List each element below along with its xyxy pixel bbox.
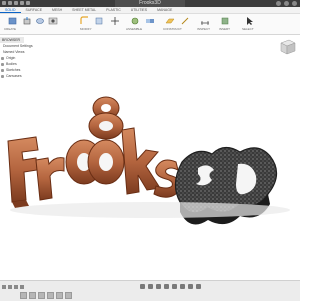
timeline-step[interactable] [38, 292, 45, 299]
account-avatar[interactable] [292, 1, 297, 6]
select-icon[interactable] [245, 16, 255, 26]
app-menu-icon[interactable] [2, 1, 6, 5]
plane-icon[interactable] [165, 16, 175, 26]
orbit-icon[interactable] [140, 284, 145, 289]
timeline-step[interactable] [56, 292, 63, 299]
axis-icon[interactable] [180, 16, 190, 26]
step-back-icon[interactable] [8, 285, 12, 289]
tab-surface[interactable]: SURFACE [21, 7, 48, 13]
move-icon[interactable] [110, 16, 120, 26]
rewind-icon[interactable] [2, 285, 6, 289]
tab-sheet-metal[interactable]: SHEET METAL [67, 7, 101, 13]
add-tab-icon[interactable] [276, 1, 281, 6]
modify-icon[interactable] [94, 16, 104, 26]
fit-icon[interactable] [172, 284, 177, 289]
canvas-icon [1, 74, 4, 78]
timeline-steps [20, 292, 72, 299]
new-component-icon[interactable] [8, 16, 18, 26]
group-create[interactable]: CREATE [4, 27, 16, 31]
fillet-icon[interactable] [80, 16, 90, 26]
letter-k [121, 127, 161, 195]
group-construct[interactable]: CONSTRUCT [163, 27, 182, 31]
design-viewport[interactable] [0, 34, 300, 280]
tab-mesh[interactable]: MESH [47, 7, 67, 13]
hole-icon[interactable] [48, 16, 58, 26]
joint-icon[interactable] [130, 16, 140, 26]
extrude-icon[interactable] [22, 16, 32, 26]
browser-panel: BROWSER Document Settings Named Views Or… [0, 37, 33, 87]
model-canvas [7, 96, 290, 225]
redo-icon[interactable] [26, 1, 30, 5]
assemble-icon[interactable] [145, 16, 155, 26]
document-title: Frooks3D [139, 0, 161, 6]
viewports-icon[interactable] [196, 284, 201, 289]
title-bar-controls [2, 1, 30, 6]
grid-icon[interactable] [188, 284, 193, 289]
zoom-icon[interactable] [164, 284, 169, 289]
save-icon[interactable] [14, 1, 18, 5]
bodies-icon [1, 62, 4, 66]
group-modify[interactable]: MODIFY [80, 27, 92, 31]
display-settings-icon[interactable] [180, 284, 185, 289]
look-at-icon[interactable] [148, 284, 153, 289]
window-controls [276, 1, 297, 6]
measure-icon[interactable] [200, 16, 210, 26]
letter-f [7, 136, 39, 208]
tab-manage[interactable]: MANAGE [152, 7, 177, 13]
pan-icon[interactable] [156, 284, 161, 289]
letter-o-second [87, 139, 125, 185]
timeline-step[interactable] [47, 292, 54, 299]
timeline-playback [2, 285, 24, 289]
group-assemble[interactable]: ASSEMBLE [126, 27, 142, 31]
timeline-step[interactable] [20, 292, 27, 299]
navigation-bar [140, 284, 201, 289]
origin-icon [1, 56, 4, 60]
timeline-step[interactable] [65, 292, 72, 299]
title-bar: Frooks3D [0, 0, 300, 7]
tab-plastic[interactable]: PLASTIC [101, 7, 126, 13]
play-icon[interactable] [14, 285, 18, 289]
step-forward-icon[interactable] [20, 285, 24, 289]
group-select[interactable]: SELECT [242, 27, 254, 31]
ground-shadow [10, 202, 290, 218]
group-inspect[interactable]: INSPECT [197, 27, 210, 31]
group-insert[interactable]: INSERT [219, 27, 230, 31]
tab-utilities[interactable]: UTILITIES [126, 7, 152, 13]
notifications-icon[interactable] [284, 1, 289, 6]
timeline-bar [0, 280, 300, 301]
letter-r [35, 157, 65, 201]
browser-item[interactable]: Canvases [1, 73, 22, 79]
insert-icon[interactable] [220, 16, 230, 26]
file-icon[interactable] [8, 1, 12, 5]
timeline-step[interactable] [29, 292, 36, 299]
document-tab[interactable]: Frooks3D [115, 0, 185, 7]
sketch-icon [1, 68, 4, 72]
ribbon-tabs: SOLID SURFACE MESH SHEET METAL PLASTIC U… [0, 7, 300, 14]
tab-solid[interactable]: SOLID [0, 7, 21, 13]
revolve-icon[interactable] [35, 16, 45, 26]
view-cube[interactable] [276, 36, 298, 58]
undo-icon[interactable] [20, 1, 24, 5]
ribbon-toolbar: CREATE MODIFY ASSEMBLE CONSTRUCT INSPECT… [0, 14, 300, 35]
